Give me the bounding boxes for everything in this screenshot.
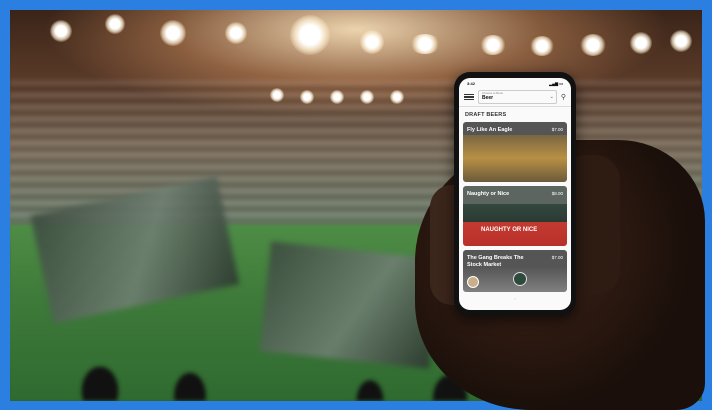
floodlight <box>300 90 314 104</box>
floodlight <box>225 22 247 44</box>
beer-name: The Gang Breaks The Stock Market <box>467 255 524 268</box>
floodlight <box>580 34 606 56</box>
smartphone: 3:42 ▂▄▆ ▭ Choose a Menu Beer ⌄ ⚲ DRAFT … <box>454 72 576 316</box>
beer-name: Fly Like An Eagle <box>467 127 513 133</box>
floodlight <box>330 90 344 104</box>
beer-name: Naughty or Nice <box>467 191 510 197</box>
beer-price: $7.00 <box>551 255 563 260</box>
floodlight <box>480 35 506 55</box>
chevron-down-icon: ⌄ <box>549 94 554 100</box>
beer-price: $8.00 <box>551 191 563 196</box>
floodlight <box>270 88 284 102</box>
floodlight <box>290 15 330 55</box>
status-bar: 3:42 ▂▄▆ ▭ <box>459 78 571 88</box>
floodlight <box>530 36 554 56</box>
menu-selector[interactable]: Choose a Menu Beer ⌄ <box>478 90 557 104</box>
beer-card[interactable]: The Gang Breaks The Stock Market $7.00 <box>463 250 567 292</box>
floodlight <box>105 14 125 34</box>
brewery-logo-icon <box>513 272 527 286</box>
status-time: 3:42 <box>467 80 476 86</box>
floodlight <box>410 34 440 54</box>
beer-banner-text: NAUGHTY OR NICE <box>481 227 538 233</box>
floodlight <box>360 90 374 104</box>
signal-battery-icon: ▂▄▆ ▭ <box>549 80 563 86</box>
beer-card[interactable]: Fly Like An Eagle $7.00 <box>463 122 567 182</box>
floodlight <box>50 20 72 42</box>
floodlight <box>390 90 404 104</box>
menu-selector-value: Beer <box>482 95 494 101</box>
app-bar: Choose a Menu Beer ⌄ ⚲ <box>459 88 571 107</box>
floodlight <box>360 30 384 54</box>
avatar <box>467 276 479 288</box>
section-title: DRAFT BEERS <box>465 112 507 118</box>
beer-price: $7.00 <box>551 127 563 132</box>
phone-screen: 3:42 ▂▄▆ ▭ Choose a Menu Beer ⌄ ⚲ DRAFT … <box>459 78 571 310</box>
floodlight <box>630 32 652 54</box>
menu-icon[interactable] <box>464 93 474 101</box>
search-icon[interactable]: ⚲ <box>561 93 566 101</box>
beer-card[interactable]: Naughty or Nice $8.00 NAUGHTY OR NICE <box>463 186 567 246</box>
floodlight <box>160 20 186 46</box>
footer-logo: ◦ <box>514 297 516 301</box>
floodlight <box>670 30 692 52</box>
